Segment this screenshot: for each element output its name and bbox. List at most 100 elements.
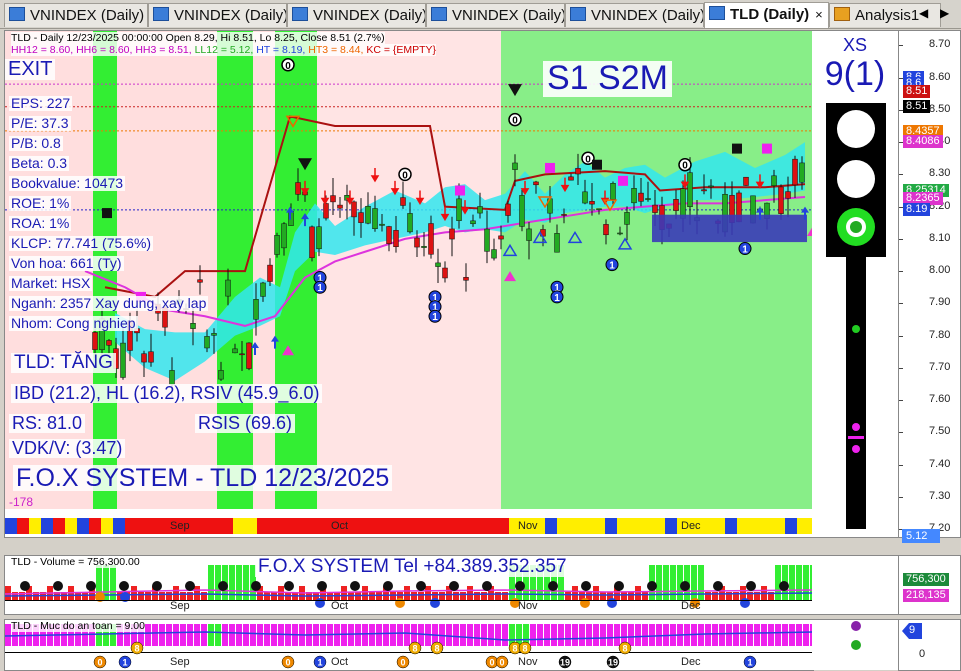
price-tick: 7.30 [929, 489, 951, 502]
rs-label: RS: 81.0 [9, 414, 86, 433]
tab-4[interactable]: VNINDEX (Daily) [565, 3, 704, 27]
svg-text:0: 0 [402, 170, 408, 181]
chart-icon [709, 6, 725, 20]
price-axis[interactable]: 8.708.608.508.408.308.208.108.007.907.80… [898, 30, 961, 538]
price-tick: 8.30 [929, 167, 951, 180]
stat-line: ROE: 1% [9, 195, 72, 211]
month-label: Oct [331, 520, 349, 532]
neg-value: -178 [9, 495, 34, 509]
month-label: Sep [170, 656, 190, 668]
tab-1[interactable]: VNINDEX (Daily) [148, 3, 287, 27]
month-label: Oct [331, 656, 349, 668]
ibd-label: IBD (21.2), HL (16.2), RSIV (45.9_6.0) [11, 384, 323, 403]
safety-zero: 0 [919, 648, 926, 660]
safety-axis: 9 0 [898, 619, 961, 671]
price-chart-pane[interactable]: 00000111111111 TLD - Daily 12/23/2025 00… [4, 30, 814, 538]
stat-line: Nganh: 2357 Xay dung, xay lap [9, 295, 209, 311]
stat-line: ROA: 1% [9, 215, 72, 231]
stat-line: Von hoa: 661 (Ty) [9, 255, 124, 271]
stat-line: P/B: 0.8 [9, 135, 63, 151]
price-tick: 7.70 [929, 360, 951, 373]
volume-tag: 756,300 [903, 573, 949, 586]
traffic-light [826, 103, 886, 529]
price-tick: 8.70 [929, 38, 951, 51]
svg-text:1: 1 [742, 245, 748, 256]
safety-marker: 8 [412, 644, 417, 654]
volume-pane[interactable]: TLD - Volume = 756,300.00 F.O.X SYSTEM T… [4, 555, 814, 615]
chart-icon [834, 7, 850, 21]
level-value: LL12 = 5.12, [194, 44, 257, 56]
chart-icon [153, 7, 169, 21]
signal-panel: XS 9(1) [812, 30, 898, 538]
tab-0[interactable]: VNINDEX (Daily) [4, 3, 148, 27]
level-value: HT3 = 8.44, [308, 44, 367, 56]
stat-line: KLCP: 77.741 (75.6%) [9, 235, 154, 251]
chart-icon [292, 7, 308, 21]
svg-text:0: 0 [682, 161, 688, 172]
tab-3[interactable]: VNINDEX (Daily) [426, 3, 565, 27]
light-top-icon [837, 110, 875, 148]
tab-label: VNINDEX (Daily) [591, 7, 704, 24]
price-tick: 8.50 [929, 102, 951, 115]
price-tick: 7.90 [929, 296, 951, 309]
tel-label: F.O.X SYSTEM Tel +84.389.352.357 [255, 557, 570, 577]
svg-text:1: 1 [317, 283, 323, 294]
svg-text:0: 0 [285, 61, 291, 72]
safety-marker: 8 [134, 644, 139, 654]
safety-marker: 8 [622, 644, 627, 654]
tab-label: VNINDEX (Daily) [452, 7, 565, 24]
stat-line: EPS: 227 [9, 95, 73, 111]
rsis-label: RSIS (69.6) [195, 414, 296, 433]
month-label: Nov [518, 520, 538, 532]
price-tick: 7.40 [929, 457, 951, 470]
price-tag: 8.19 [903, 202, 931, 216]
svg-text:1: 1 [609, 261, 615, 272]
price-tick: 7.80 [929, 328, 951, 341]
month-label: Sep [170, 600, 190, 612]
tab-label: TLD (Daily) [730, 6, 810, 23]
tab-5[interactable]: TLD (Daily) × [704, 2, 829, 28]
safety-header: TLD - Muc do an toan = 9.00 [11, 620, 145, 632]
tab-2[interactable]: VNINDEX (Daily) [287, 3, 426, 27]
chart-icon [9, 7, 25, 21]
month-label: Nov [518, 600, 538, 612]
stat-line: Beta: 0.3 [9, 155, 70, 171]
signal-label: S1 S2M [543, 60, 672, 97]
safety-marker: 8 [512, 644, 517, 654]
close-icon[interactable]: × [815, 3, 823, 26]
safety-tag: 9 [909, 624, 916, 636]
price-tag: 8.4086 [903, 135, 943, 149]
safety-month-axis: Sep Oct Nov Dec [5, 656, 813, 670]
svg-text:1: 1 [554, 293, 560, 304]
month-label: Dec [681, 600, 701, 612]
price-tick: 7.50 [929, 425, 951, 438]
svg-text:0: 0 [512, 116, 518, 127]
tab-label: VNINDEX (Daily) [30, 7, 145, 24]
price-tag: 8.51 [903, 99, 931, 113]
level-value: HH3 = 8.51, [135, 44, 195, 56]
price-tick: 8.10 [929, 231, 951, 244]
tab-next-icon[interactable]: ▶ [940, 6, 949, 20]
month-label: Nov [518, 656, 538, 668]
safety-marker: 8 [434, 644, 439, 654]
chart-icon [431, 7, 447, 21]
level-value: KC = {EMPTY} [366, 44, 437, 56]
level-value: HH6 = 8.60, [76, 44, 136, 56]
stat-line: Nhom: Cong nghiep [9, 315, 138, 331]
stat-line: Bookvalue: 10473 [9, 175, 126, 191]
tab-bar: VNINDEX (Daily) VNINDEX (Daily) VNINDEX (D… [0, 0, 961, 29]
month-label: Dec [681, 520, 701, 532]
stat-line: P/E: 37.3 [9, 115, 71, 131]
volume-axis: 756,300 218,135 [898, 555, 961, 615]
price-tag: 8.51 [903, 85, 931, 99]
volume-header: TLD - Volume = 756,300.00 [11, 556, 140, 568]
level-value: HH12 = 8.60, [11, 44, 77, 56]
price-tick: 7.60 [929, 393, 951, 406]
price-tick: 8.60 [929, 70, 951, 83]
exit-label: EXIT [5, 59, 56, 80]
stat-line: Market: HSX [9, 275, 93, 291]
tab-prev-icon[interactable]: ◀ [919, 6, 928, 20]
chart-header-info: TLD - Daily 12/23/2025 00:00:00 Open 8.2… [11, 32, 385, 44]
safety-pane[interactable]: 0 1 8 0 1 0 8 8 0 0 8 8 19 19 8 1 TLD - Muc do an toan … [4, 619, 814, 671]
svg-text:1: 1 [432, 312, 438, 323]
